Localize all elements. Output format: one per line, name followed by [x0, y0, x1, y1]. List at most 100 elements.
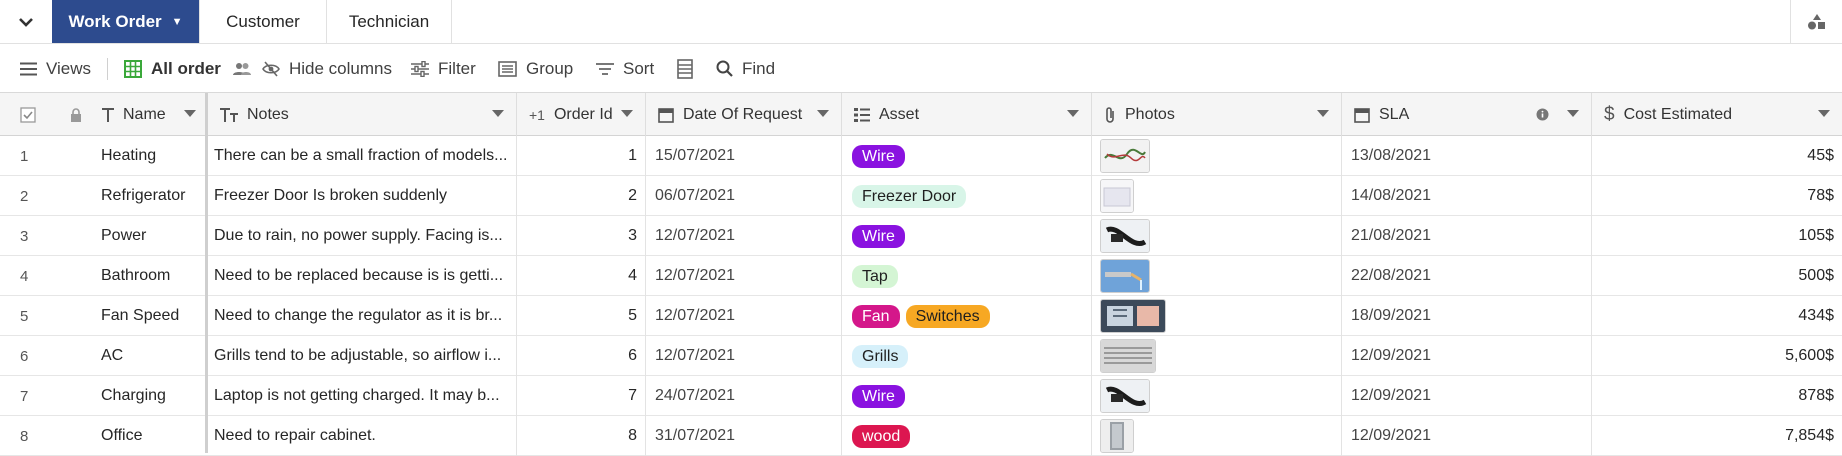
cell-date[interactable]: 12/07/2021	[646, 216, 842, 256]
cell-cost[interactable]: 78$	[1592, 176, 1842, 216]
cell-name[interactable]: Charging	[96, 376, 208, 416]
cell-order-id[interactable]: 7	[517, 376, 646, 416]
cable-photo[interactable]	[1100, 379, 1150, 413]
dropdown-caret-icon[interactable]	[817, 110, 829, 117]
cell-asset[interactable]: Fan Switches	[842, 296, 1092, 336]
cable-photo[interactable]	[1100, 219, 1150, 253]
column-header-sla[interactable]: SLA	[1342, 93, 1592, 136]
dropdown-caret-icon[interactable]	[1067, 110, 1079, 117]
cell-photos[interactable]	[1092, 336, 1342, 376]
cell-notes[interactable]: Laptop is not getting charged. It may b.…	[208, 376, 517, 416]
cell-asset[interactable]: Wire	[842, 136, 1092, 176]
cell-date[interactable]: 06/07/2021	[646, 176, 842, 216]
cell-notes[interactable]: Freezer Door Is broken suddenly	[208, 176, 517, 216]
lock-column-button[interactable]	[56, 93, 96, 136]
table-row[interactable]: 3 Power Due to rain, no power supply. Faci…	[0, 216, 1842, 256]
hide-columns-button[interactable]: Hide columns	[262, 44, 392, 93]
cell-asset[interactable]: Wire	[842, 376, 1092, 416]
dropdown-caret-icon[interactable]	[184, 110, 196, 117]
cabinet-photo[interactable]	[1100, 419, 1134, 453]
tab-technician[interactable]: Technician	[327, 0, 452, 43]
tap-photo[interactable]	[1100, 259, 1150, 293]
filter-button[interactable]: Filter	[411, 44, 476, 93]
table-row[interactable]: 5 Fan Speed Need to change the regulator a…	[0, 296, 1842, 336]
cell-name[interactable]: Fan Speed	[96, 296, 208, 336]
cell-asset[interactable]: Wire	[842, 216, 1092, 256]
column-header-photos[interactable]: Photos	[1092, 93, 1342, 136]
cell-cost[interactable]: 7,854$	[1592, 416, 1842, 456]
cell-photos[interactable]	[1092, 376, 1342, 416]
cell-notes[interactable]: Grills tend to be adjustable, so airflow…	[208, 336, 517, 376]
frozen-column-divider[interactable]	[205, 93, 208, 453]
column-header-notes[interactable]: Notes	[208, 93, 517, 136]
cell-notes[interactable]: There can be a small fraction of models.…	[208, 136, 517, 176]
apps-button[interactable]	[1790, 0, 1842, 43]
sort-button[interactable]: Sort	[596, 44, 654, 93]
cell-photos[interactable]	[1092, 296, 1342, 336]
cell-name[interactable]: Power	[96, 216, 208, 256]
cell-order-id[interactable]: 4	[517, 256, 646, 296]
cell-order-id[interactable]: 3	[517, 216, 646, 256]
cell-date[interactable]: 12/07/2021	[646, 296, 842, 336]
tab-work-order[interactable]: Work Order ▼	[52, 0, 200, 43]
group-button[interactable]: Group	[498, 44, 573, 93]
column-header-name[interactable]: Name	[96, 93, 208, 136]
cell-date[interactable]: 12/07/2021	[646, 256, 842, 296]
cell-sla[interactable]: 13/08/2021	[1342, 136, 1592, 176]
cell-order-id[interactable]: 6	[517, 336, 646, 376]
cell-date[interactable]: 15/07/2021	[646, 136, 842, 176]
cell-cost[interactable]: 105$	[1592, 216, 1842, 256]
dropdown-caret-icon[interactable]	[621, 110, 633, 117]
cell-order-id[interactable]: 5	[517, 296, 646, 336]
switch-photo[interactable]	[1100, 299, 1166, 333]
cell-asset[interactable]: Grills	[842, 336, 1092, 376]
cell-date[interactable]: 24/07/2021	[646, 376, 842, 416]
cell-order-id[interactable]: 8	[517, 416, 646, 456]
table-row[interactable]: 8 Office Need to repair cabinet. 8 31/07/202…	[0, 416, 1842, 456]
wire-photo[interactable]	[1100, 139, 1150, 173]
cell-asset[interactable]: Freezer Door	[842, 176, 1092, 216]
cell-cost[interactable]: 5,600$	[1592, 336, 1842, 376]
cell-sla[interactable]: 21/08/2021	[1342, 216, 1592, 256]
cell-asset[interactable]: wood	[842, 416, 1092, 456]
table-row[interactable]: 2 Refrigerator Freezer Door Is broken sudd…	[0, 176, 1842, 216]
cell-name[interactable]: Bathroom	[96, 256, 208, 296]
cell-notes[interactable]: Due to rain, no power supply. Facing is.…	[208, 216, 517, 256]
column-header-cost[interactable]: $ Cost Estimated	[1592, 93, 1842, 136]
cell-cost[interactable]: 878$	[1592, 376, 1842, 416]
dropdown-caret-icon[interactable]	[492, 110, 504, 117]
cell-sla[interactable]: 18/09/2021	[1342, 296, 1592, 336]
cell-photos[interactable]	[1092, 416, 1342, 456]
cell-order-id[interactable]: 2	[517, 176, 646, 216]
caret-down-icon[interactable]: ▼	[172, 16, 183, 28]
view-selector[interactable]: All order	[124, 44, 260, 93]
cell-cost[interactable]: 45$	[1592, 136, 1842, 176]
grill-photo[interactable]	[1100, 339, 1156, 373]
cell-order-id[interactable]: 1	[517, 136, 646, 176]
column-header-asset[interactable]: Asset	[842, 93, 1092, 136]
dropdown-caret-icon[interactable]	[1567, 110, 1579, 117]
row-height-button[interactable]	[677, 44, 702, 93]
cell-notes[interactable]: Need to change the regulator as it is br…	[208, 296, 517, 336]
cell-photos[interactable]	[1092, 176, 1342, 216]
dropdown-caret-icon[interactable]	[1818, 110, 1830, 117]
cell-date[interactable]: 12/07/2021	[646, 336, 842, 376]
column-header-date[interactable]: Date Of Request	[646, 93, 842, 136]
collapse-sidebar-button[interactable]	[0, 0, 52, 43]
freezer-photo[interactable]	[1100, 179, 1134, 213]
cell-name[interactable]: AC	[96, 336, 208, 376]
cell-date[interactable]: 31/07/2021	[646, 416, 842, 456]
table-row[interactable]: 4 Bathroom Need to be replaced because is …	[0, 256, 1842, 296]
find-button[interactable]: Find	[716, 44, 775, 93]
select-all-checkbox[interactable]	[0, 93, 56, 136]
cell-sla[interactable]: 22/08/2021	[1342, 256, 1592, 296]
cell-photos[interactable]	[1092, 216, 1342, 256]
cell-asset[interactable]: Tap	[842, 256, 1092, 296]
cell-sla[interactable]: 14/08/2021	[1342, 176, 1592, 216]
cell-name[interactable]: Refrigerator	[96, 176, 208, 216]
table-row[interactable]: 6 AC Grills tend to be adjustable, so airf…	[0, 336, 1842, 376]
table-row[interactable]: 1 Heating There can be a small fraction of…	[0, 136, 1842, 176]
cell-notes[interactable]: Need to repair cabinet.	[208, 416, 517, 456]
views-button[interactable]: Views	[20, 44, 91, 93]
cell-sla[interactable]: 12/09/2021	[1342, 416, 1592, 456]
